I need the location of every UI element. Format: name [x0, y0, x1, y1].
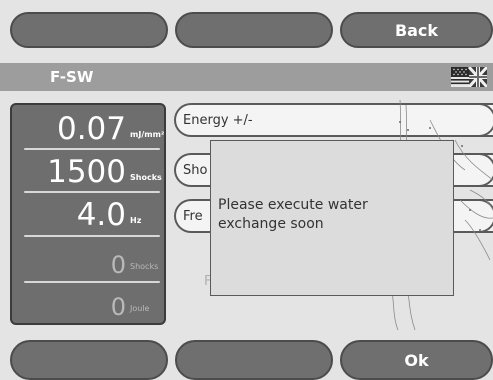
title-bar: F-SW: [0, 63, 493, 91]
delivered-shocks-value: 0: [110, 251, 126, 279]
shocks-adjust-label: Sho: [183, 163, 208, 178]
energy-value: 0.07: [56, 111, 126, 147]
separator: [24, 235, 160, 237]
top-button-2[interactable]: [175, 12, 333, 48]
delivered-energy-unit: Joule: [130, 304, 150, 313]
energy-unit: mJ/mm²: [130, 130, 165, 139]
frequency-adjust-label: Fre: [183, 209, 203, 224]
shocks-value: 1500: [47, 154, 126, 190]
notification-dialog: Please execute water exchange soon: [210, 140, 454, 296]
energy-row[interactable]: 0.07 mJ/mm²: [12, 109, 164, 147]
bottom-button-1[interactable]: [10, 340, 168, 380]
frequency-value: 4.0: [76, 197, 126, 233]
back-button[interactable]: Back: [340, 12, 493, 48]
shocks-unit: Shocks: [130, 173, 162, 182]
parameter-panel: 0.07 mJ/mm² 1500 Shocks 4.0 Hz 0 Shocks …: [10, 103, 166, 325]
energy-adjust-label: Energy +/-: [183, 113, 253, 128]
shocks-row[interactable]: 1500 Shocks: [12, 152, 164, 190]
frequency-row[interactable]: 4.0 Hz: [12, 195, 164, 233]
bottom-button-2[interactable]: [175, 340, 333, 380]
separator: [24, 191, 160, 193]
frequency-unit: Hz: [130, 216, 142, 225]
top-button-1[interactable]: [10, 12, 168, 48]
delivered-energy-value: 0: [110, 293, 126, 321]
delivered-energy-row: 0 Joule: [12, 283, 164, 321]
uk-us-flag-icon[interactable]: [451, 67, 487, 87]
dialog-message: Please execute water exchange soon: [218, 197, 368, 232]
page-title: F-SW: [50, 68, 94, 86]
delivered-shocks-unit: Shocks: [130, 262, 159, 271]
delivered-shocks-row: 0 Shocks: [12, 241, 164, 279]
separator: [24, 148, 160, 150]
ok-button[interactable]: Ok: [340, 340, 493, 380]
